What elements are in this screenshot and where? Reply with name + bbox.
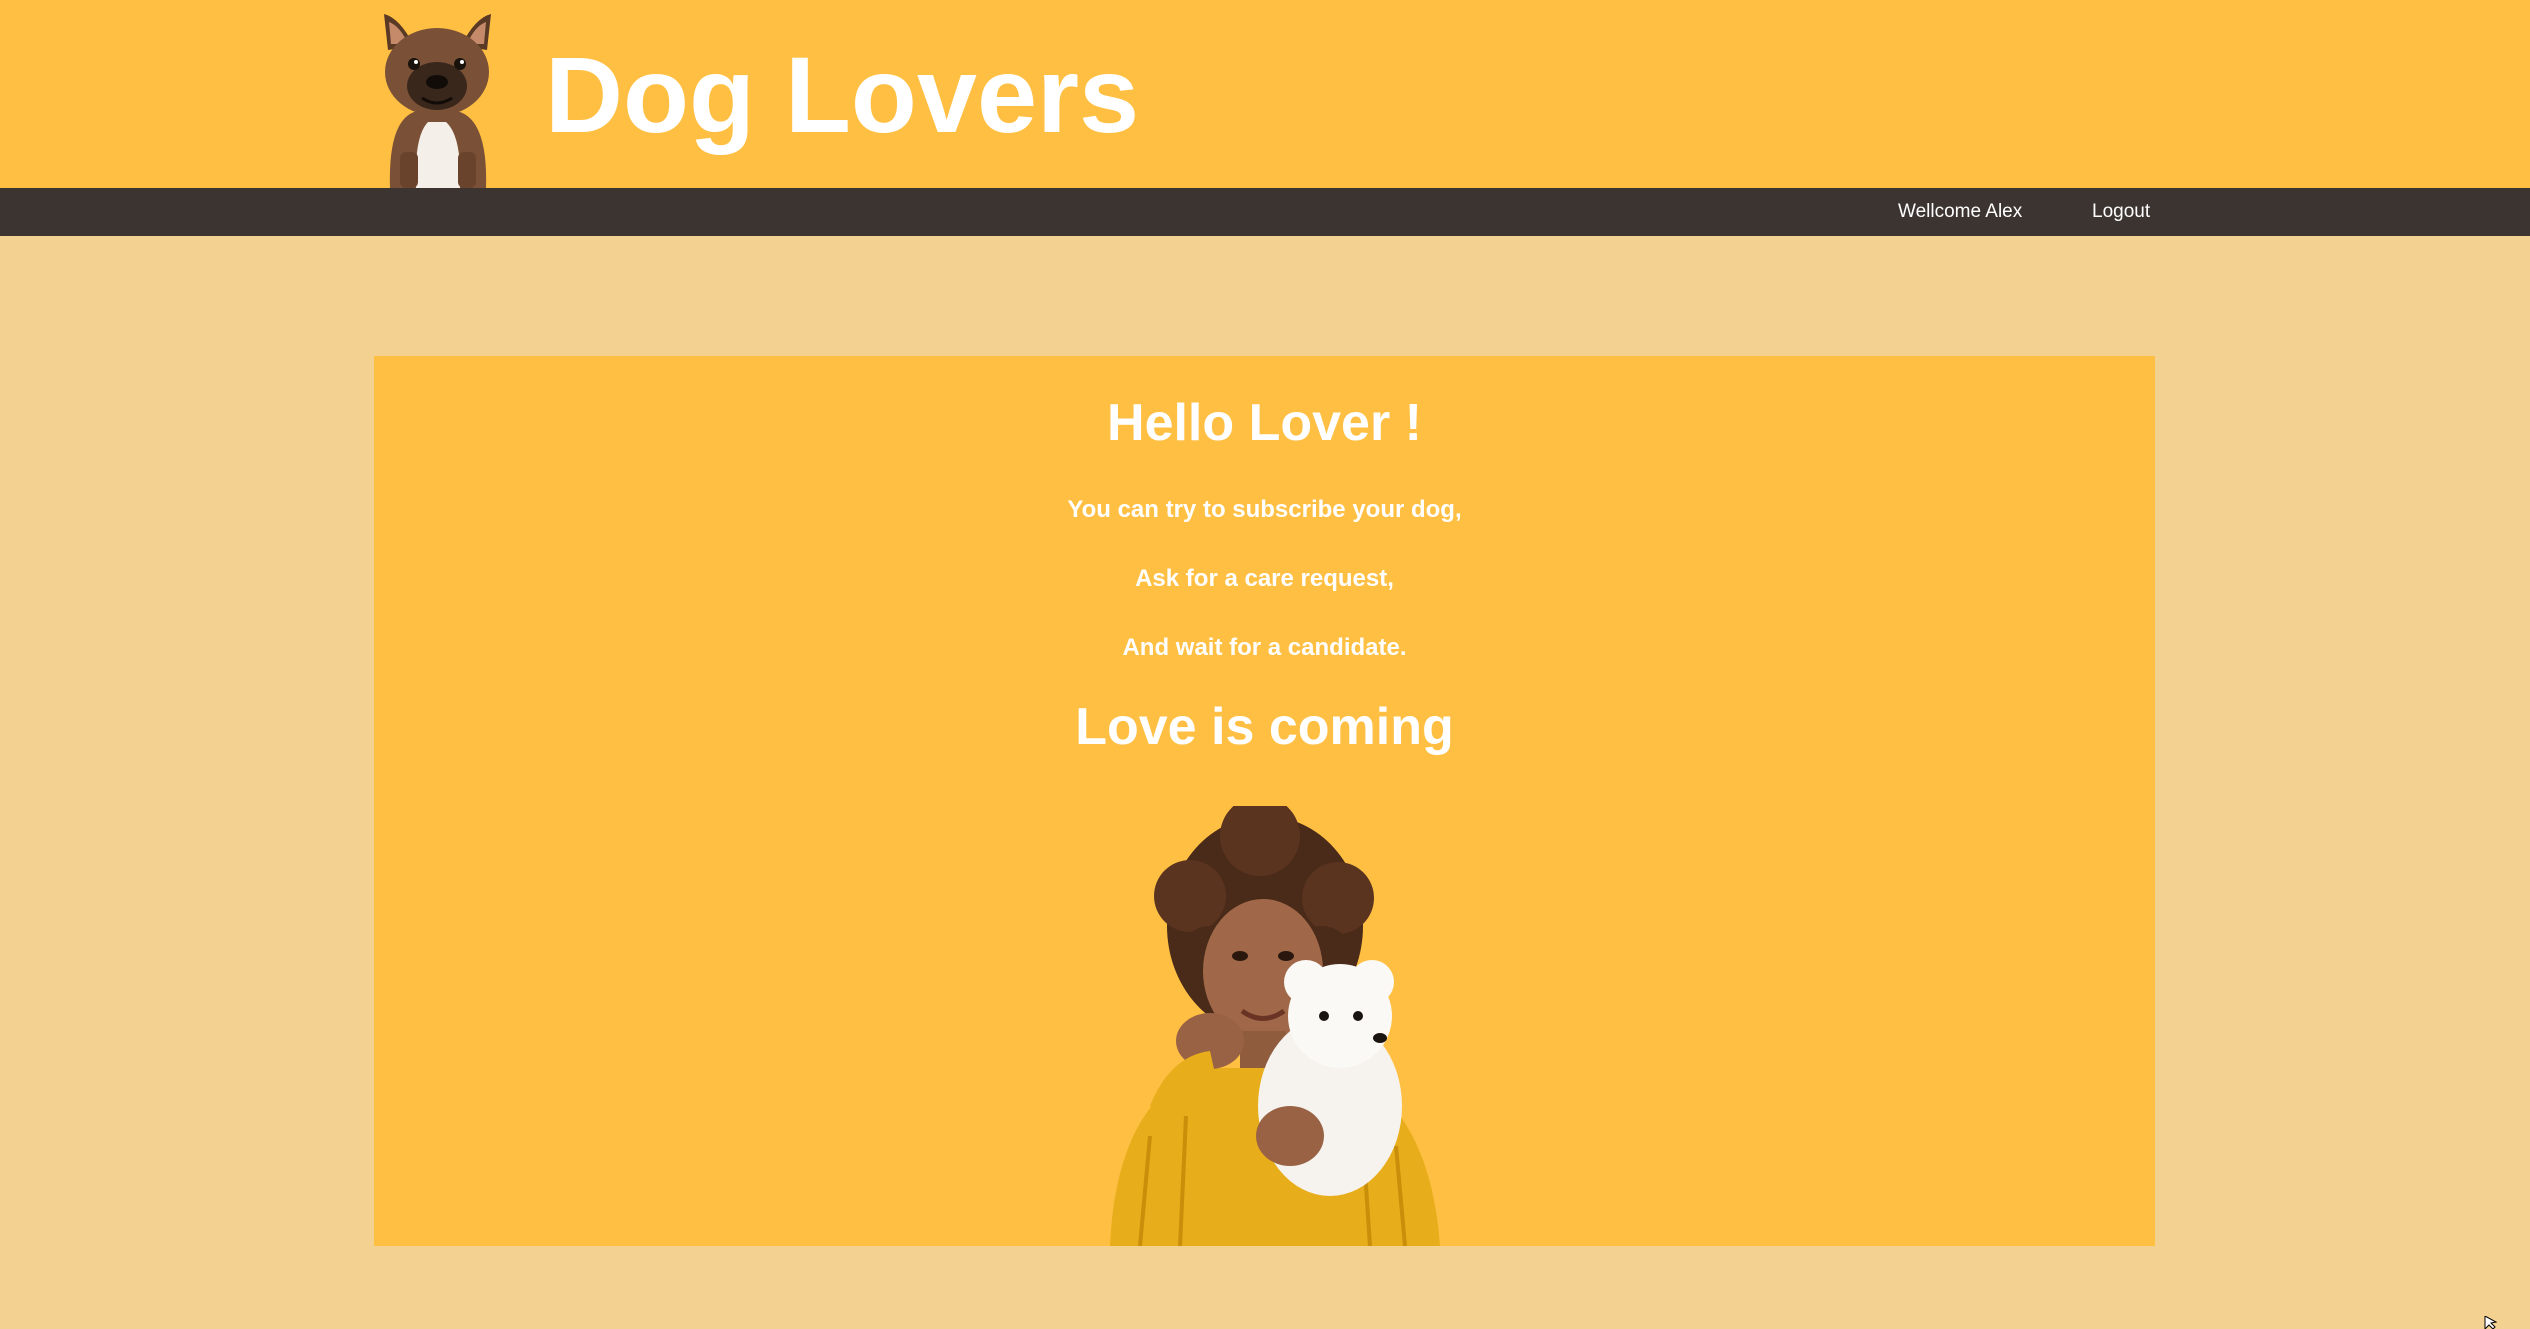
- mouse-cursor-icon: [2484, 1316, 2498, 1329]
- tagline: Love is coming: [1075, 698, 1454, 756]
- site-title: Dog Lovers: [545, 34, 1140, 155]
- welcome-heading: Hello Lover !: [1107, 394, 1422, 452]
- site-header: Dog Lovers: [0, 0, 2530, 188]
- welcome-text: Wellcome Alex: [1898, 201, 2023, 222]
- intro-line: And wait for a candidate.: [1122, 634, 1407, 661]
- top-navbar: Wellcome Alex Logout: [0, 188, 2530, 236]
- logout-link[interactable]: Logout: [2092, 188, 2150, 236]
- intro-line: You can try to subscribe your dog,: [1067, 496, 1462, 523]
- intro-line: Ask for a care request,: [1135, 565, 1394, 592]
- woman-holding-dog-illustration: [1110, 806, 1440, 1246]
- welcome-panel: Hello Lover ! You can try to subscribe y…: [374, 356, 2155, 1246]
- french-bulldog-icon: [384, 14, 491, 188]
